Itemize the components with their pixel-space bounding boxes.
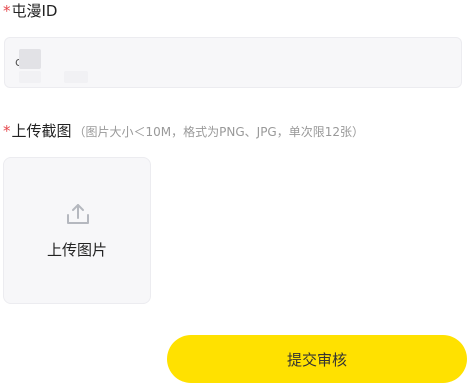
screenshot-field-label: *上传截图 （图片大小＜10M，格式为PNG、JPG，单次限12张） (3, 121, 364, 142)
required-mark: * (3, 122, 11, 140)
upload-image-label: 上传图片 (46, 241, 107, 259)
redaction-block (64, 71, 88, 83)
id-field-label: *屯漫ID (3, 1, 57, 21)
redaction-block (19, 71, 41, 83)
redaction-block (19, 49, 41, 69)
required-mark: * (3, 2, 11, 20)
submit-review-button[interactable]: 提交审核 (167, 335, 467, 383)
id-field-label-text: 屯漫ID (11, 2, 58, 20)
upload-hint: （图片大小＜10M，格式为PNG、JPG，单次限12张） (73, 125, 364, 139)
screenshot-field-label-text: 上传截图 (11, 122, 72, 140)
upload-icon (65, 202, 91, 226)
upload-image-button[interactable]: 上传图片 (3, 157, 151, 304)
id-input[interactable]: c (4, 37, 462, 88)
